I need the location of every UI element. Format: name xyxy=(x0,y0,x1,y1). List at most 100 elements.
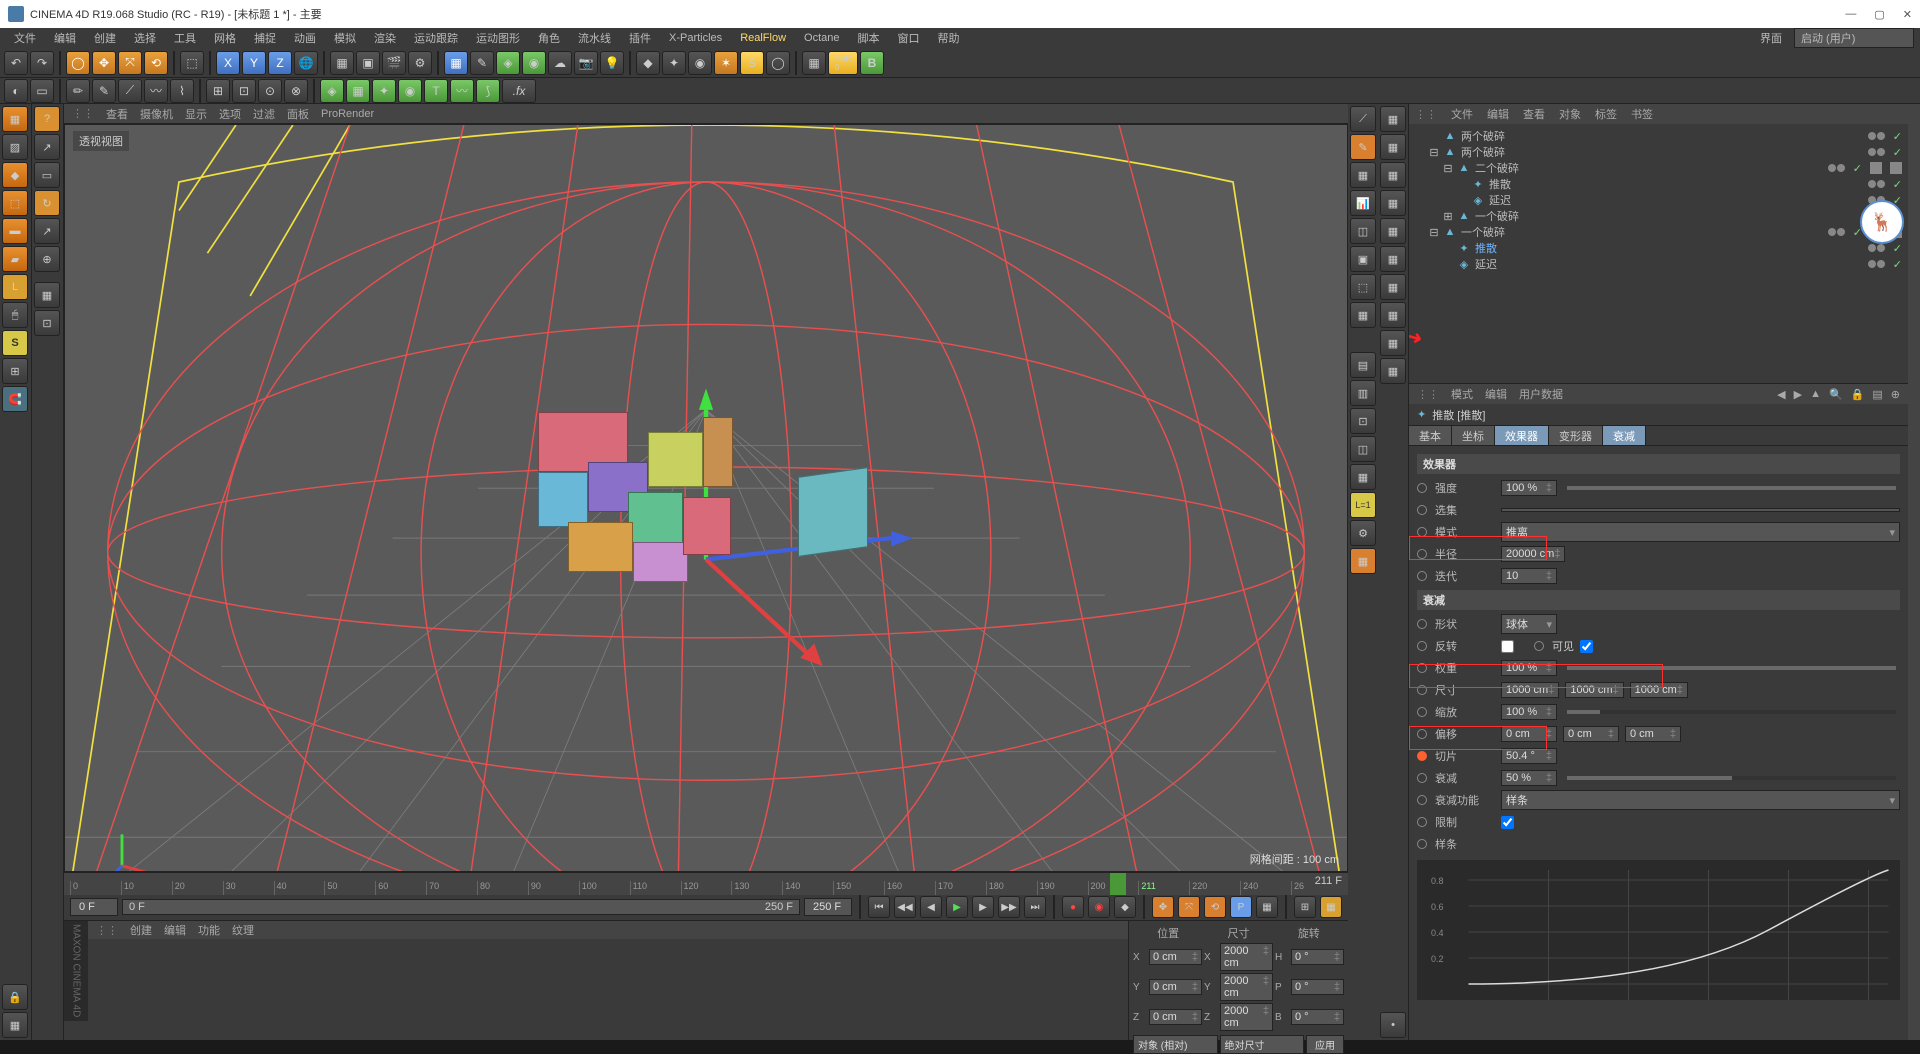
vp-menu-prorender[interactable]: ProRender xyxy=(321,108,374,120)
move-tool[interactable]: ✥ xyxy=(92,51,116,75)
field-falloff[interactable]: 50 %‡ xyxy=(1501,770,1557,786)
rt-7[interactable]: ⬚ xyxy=(1350,274,1376,300)
coord-x-size[interactable]: 2000 cm‡ xyxy=(1220,943,1273,971)
axis-z[interactable]: Z xyxy=(268,51,292,75)
attr-menu-mode[interactable]: 模式 xyxy=(1451,386,1473,402)
field-select[interactable] xyxy=(1501,508,1900,512)
mode-object[interactable]: ◆ xyxy=(2,162,28,188)
rt-8[interactable]: ▦ xyxy=(1350,302,1376,328)
coord-sys[interactable]: 🌐 xyxy=(294,51,318,75)
mat-menu-edit[interactable]: 编辑 xyxy=(164,922,186,938)
tree-row[interactable]: ✦推散✓ xyxy=(1415,240,1902,256)
scale-tool[interactable]: ⤧ xyxy=(118,51,142,75)
mat-menu-func[interactable]: 功能 xyxy=(198,922,220,938)
tl-next-key[interactable]: ▶▶ xyxy=(998,896,1020,918)
xp-btn2[interactable]: ✦ xyxy=(662,51,686,75)
render-view[interactable]: ▦ xyxy=(330,51,354,75)
brush4[interactable]: 〰 xyxy=(144,79,168,103)
rt-1[interactable]: ⟋ xyxy=(1350,106,1376,132)
redo-button[interactable]: ↷ xyxy=(30,51,54,75)
tab-coord[interactable]: 坐标 xyxy=(1452,426,1495,445)
rt-12[interactable]: ◫ xyxy=(1350,436,1376,462)
attr-search-icon[interactable]: 🔍 xyxy=(1829,388,1843,401)
visibility-dots[interactable] xyxy=(1868,132,1885,140)
rt-5[interactable]: ◫ xyxy=(1350,218,1376,244)
undo-button[interactable]: ↶ xyxy=(4,51,28,75)
field-scale[interactable]: 100 %‡ xyxy=(1501,704,1557,720)
attr-menu-ud[interactable]: 用户数据 xyxy=(1519,386,1563,402)
field-slice[interactable]: 50.4 °‡ xyxy=(1501,748,1557,764)
coord-z-size[interactable]: 2000 cm‡ xyxy=(1220,1003,1273,1031)
rt2-6[interactable]: ▦ xyxy=(1380,246,1406,272)
coord-y-size[interactable]: 2000 cm‡ xyxy=(1220,973,1273,1001)
mode-point[interactable]: ⬚ xyxy=(2,190,28,216)
attr-nav-fwd[interactable]: ▶ xyxy=(1794,388,1802,401)
tl-range-slider[interactable]: 0 F 250 F xyxy=(122,899,800,915)
psr-btn[interactable]: PSR0 xyxy=(828,51,858,75)
attr-new-icon[interactable]: ⊕ xyxy=(1891,388,1900,401)
field-size-z[interactable]: 1000 cm‡ xyxy=(1630,682,1688,698)
fx-btn[interactable]: .fx xyxy=(502,79,536,103)
brush2[interactable]: ✎ xyxy=(92,79,116,103)
xp-btn5[interactable]: ◯ xyxy=(766,51,790,75)
rotate-tool[interactable]: ⟲ xyxy=(144,51,168,75)
slider-strength[interactable] xyxy=(1567,486,1896,490)
vp-menu-view[interactable]: 查看 xyxy=(106,106,128,122)
tree-expander[interactable]: ⊟ xyxy=(1429,226,1439,239)
rt-11[interactable]: ⊡ xyxy=(1350,408,1376,434)
tl-autokey[interactable]: ◉ xyxy=(1088,896,1110,918)
tree-row[interactable]: ⊟▲一个破碎✓ xyxy=(1415,224,1902,240)
rt-13[interactable]: ▦ xyxy=(1350,464,1376,490)
rt2-4[interactable]: ▦ xyxy=(1380,190,1406,216)
enable-check-icon[interactable]: ✓ xyxy=(1893,242,1902,255)
coord-apply-btn[interactable]: 应用 xyxy=(1306,1035,1344,1054)
tree-row[interactable]: ▲两个破碎✓ xyxy=(1415,128,1902,144)
light[interactable]: 💡 xyxy=(600,51,624,75)
menu-snap[interactable]: 捕捉 xyxy=(246,28,284,48)
tl-opts2[interactable]: ▦ xyxy=(1320,896,1342,918)
menu-xparticles[interactable]: X-Particles xyxy=(661,30,730,46)
tree-expander[interactable]: ⊟ xyxy=(1429,146,1439,159)
hint-8[interactable]: ⊡ xyxy=(34,310,60,336)
mat-menu-create[interactable]: 创建 xyxy=(130,922,152,938)
sel-live[interactable]: ◐ xyxy=(4,79,28,103)
mo-spline[interactable]: ⟆ xyxy=(476,79,500,103)
om-menu-view[interactable]: 查看 xyxy=(1523,106,1545,122)
lock-icon[interactable]: 🔒 xyxy=(2,984,28,1010)
rt2-dot[interactable]: • xyxy=(1380,1012,1406,1038)
tl-next-frame[interactable]: ▶ xyxy=(972,896,994,918)
prim-cube[interactable]: ▦ xyxy=(444,51,468,75)
field-iter[interactable]: 10‡ xyxy=(1501,568,1557,584)
coord-size-dd[interactable]: 绝对尺寸 xyxy=(1220,1035,1305,1054)
vp-menu-display[interactable]: 显示 xyxy=(185,106,207,122)
menu-char[interactable]: 角色 xyxy=(530,28,568,48)
menu-tools[interactable]: 工具 xyxy=(166,28,204,48)
rt-4[interactable]: 📊 xyxy=(1350,190,1376,216)
enable-check-icon[interactable]: ✓ xyxy=(1893,146,1902,159)
object-tree[interactable]: ↘ ▲两个破碎✓⊟▲两个破碎✓⊟▲二个破碎✓✦推散✓◈延迟✓⊞▲一个破碎✓⊟▲一… xyxy=(1409,124,1908,384)
field-offset-y[interactable]: 0 cm‡ xyxy=(1563,726,1619,742)
mo-fracture[interactable]: ✦ xyxy=(372,79,396,103)
mode-poly[interactable]: ▰ xyxy=(2,246,28,272)
tl-prev-frame[interactable]: ◀ xyxy=(920,896,942,918)
chk-limit[interactable] xyxy=(1501,816,1514,829)
workplane[interactable]: ⊞ xyxy=(2,358,28,384)
slider-falloff[interactable] xyxy=(1567,776,1896,780)
vp-menu-camera[interactable]: 摄像机 xyxy=(140,106,173,122)
visibility-dots[interactable] xyxy=(1828,228,1845,236)
hint-6[interactable]: ⊕ xyxy=(34,246,60,272)
spline-curve-editor[interactable]: 0.8 0.6 0.4 0.2 xyxy=(1417,860,1900,1000)
tl-pos[interactable]: ✥ xyxy=(1152,896,1174,918)
menu-mograph[interactable]: 运动图形 xyxy=(468,28,528,48)
menu-track[interactable]: 运动跟踪 xyxy=(406,28,466,48)
tree-row[interactable]: ✦推散✓ xyxy=(1415,176,1902,192)
enable-check-icon[interactable]: ✓ xyxy=(1853,162,1862,175)
brush5[interactable]: ⌇ xyxy=(170,79,194,103)
magnet[interactable]: 🧲 xyxy=(2,386,28,412)
timeline-ruler[interactable]: 0 10 20 30 40 50 60 70 80 90 100 110 120… xyxy=(64,873,1348,895)
right-edge-bar[interactable] xyxy=(1908,104,1920,1040)
om-menu-tag[interactable]: 标签 xyxy=(1595,106,1617,122)
mode-edge[interactable]: ▬ xyxy=(2,218,28,244)
tree-expander[interactable]: ⊞ xyxy=(1443,210,1453,223)
menu-realflow[interactable]: RealFlow xyxy=(732,30,794,46)
